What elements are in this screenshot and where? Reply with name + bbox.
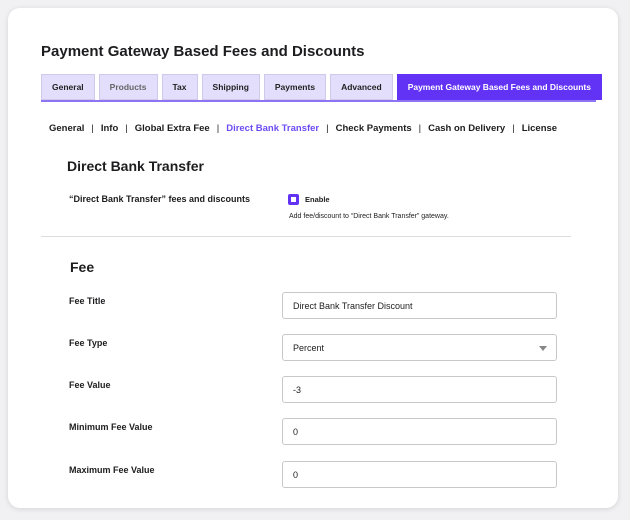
tab-underline: [41, 100, 596, 102]
separator: |: [216, 123, 220, 134]
tab-payments[interactable]: Payments: [263, 74, 327, 100]
tab-products[interactable]: Products: [98, 74, 158, 100]
subnav-global-extra-fee[interactable]: Global Extra Fee: [135, 123, 210, 134]
subnav-check-payments[interactable]: Check Payments: [336, 123, 412, 134]
fee-title-input[interactable]: Direct Bank Transfer Discount: [282, 292, 557, 319]
divider: [41, 236, 571, 237]
subnav-license[interactable]: License: [522, 123, 557, 134]
fee-value-input[interactable]: -3: [282, 376, 557, 403]
enable-checkbox[interactable]: [288, 194, 299, 205]
fee-type-select[interactable]: Percent: [282, 334, 557, 361]
fee-type-label: Fee Type: [69, 338, 108, 348]
tab-general[interactable]: General: [41, 74, 95, 100]
subnav-direct-bank-transfer[interactable]: Direct Bank Transfer: [226, 123, 319, 134]
separator: |: [91, 123, 94, 134]
fee-type-value: Percent: [293, 342, 325, 353]
separator: |: [326, 123, 329, 134]
separator: |: [418, 123, 422, 134]
enable-checkbox-label[interactable]: Enable: [305, 195, 330, 204]
fee-section-title: Fee: [70, 259, 95, 275]
sub-navigation: General | Info | Global Extra Fee | Direct …: [49, 123, 557, 134]
enable-description: Add fee/discount to “Direct Bank Transfe…: [289, 213, 449, 220]
max-fee-input[interactable]: 0: [282, 461, 557, 488]
max-fee-label: Maximum Fee Value: [69, 465, 155, 475]
enable-label: “Direct Bank Transfer” fees and discount…: [69, 194, 251, 204]
page-title: Payment Gateway Based Fees and Discounts: [41, 43, 365, 60]
min-fee-label: Minimum Fee Value: [69, 422, 153, 432]
separator: |: [512, 123, 515, 134]
fee-value-label: Fee Value: [69, 380, 111, 390]
chevron-down-icon: [539, 346, 547, 351]
subnav-info[interactable]: Info: [101, 123, 118, 134]
fee-title-label: Fee Title: [69, 296, 106, 306]
section-title: Direct Bank Transfer: [67, 158, 204, 174]
tab-tax[interactable]: Tax: [161, 74, 198, 100]
tab-advanced[interactable]: Advanced: [330, 74, 393, 100]
tab-bar: General Products Tax Shipping Payments A…: [41, 74, 602, 100]
tab-shipping[interactable]: Shipping: [201, 74, 260, 100]
tab-payment-gateway-fees[interactable]: Payment Gateway Based Fees and Discounts: [396, 74, 602, 100]
subnav-cash-on-delivery[interactable]: Cash on Delivery: [428, 123, 505, 134]
separator: |: [125, 123, 128, 134]
subnav-general[interactable]: General: [49, 123, 84, 134]
min-fee-input[interactable]: 0: [282, 418, 557, 445]
